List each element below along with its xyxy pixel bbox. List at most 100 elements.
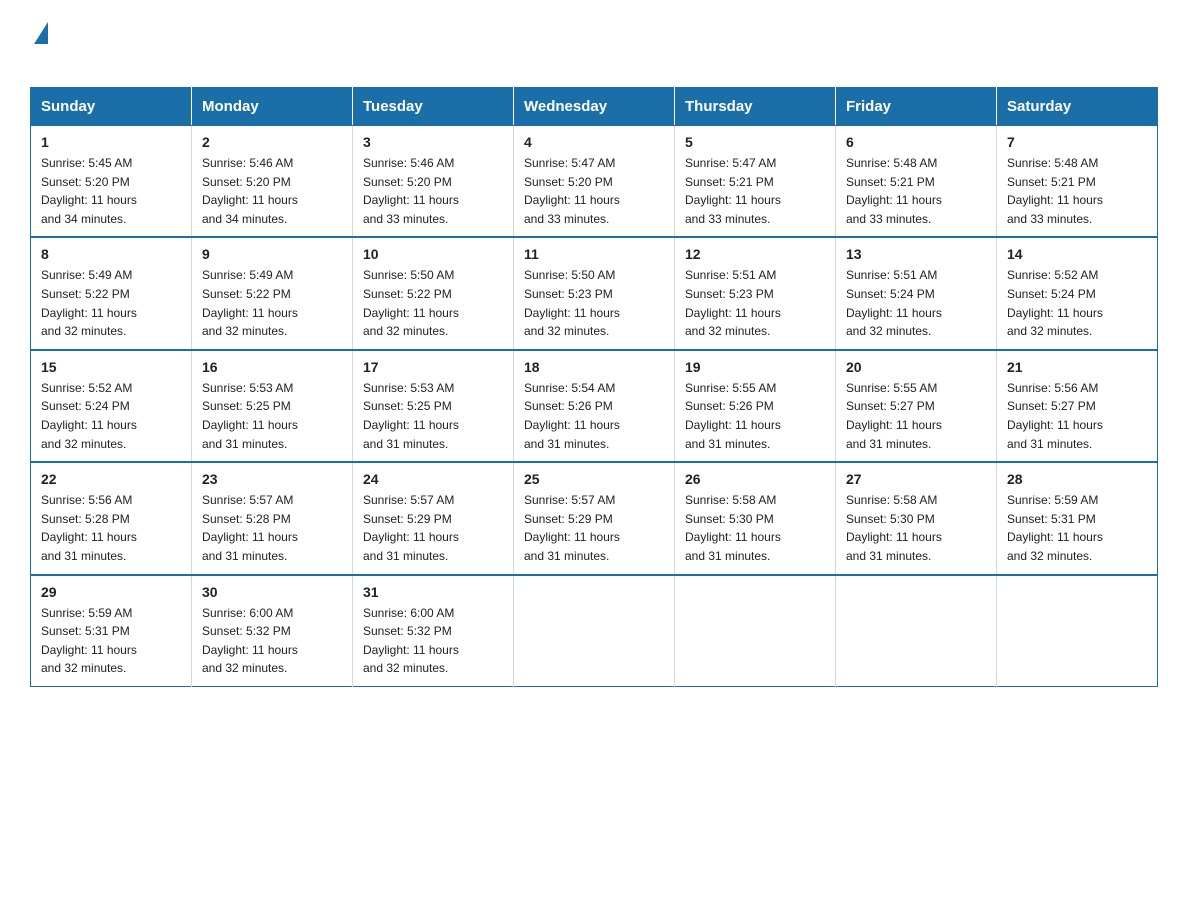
calendar-day-cell: 13 Sunrise: 5:51 AMSunset: 5:24 PMDayligh… (836, 237, 997, 349)
day-number: 5 (685, 134, 825, 150)
day-number: 26 (685, 471, 825, 487)
calendar-table: SundayMondayTuesdayWednesdayThursdayFrid… (30, 87, 1158, 687)
day-info: Sunrise: 5:48 AMSunset: 5:21 PMDaylight:… (846, 154, 986, 228)
day-number: 27 (846, 471, 986, 487)
calendar-day-cell: 29 Sunrise: 5:59 AMSunset: 5:31 PMDayligh… (31, 575, 192, 687)
day-info: Sunrise: 5:53 AMSunset: 5:25 PMDaylight:… (363, 379, 503, 453)
day-info: Sunrise: 5:55 AMSunset: 5:27 PMDaylight:… (846, 379, 986, 453)
calendar-empty-cell (675, 575, 836, 687)
day-info: Sunrise: 5:49 AMSunset: 5:22 PMDaylight:… (202, 266, 342, 340)
day-number: 29 (41, 584, 181, 600)
calendar-day-cell: 17 Sunrise: 5:53 AMSunset: 5:25 PMDayligh… (353, 350, 514, 462)
calendar-day-cell: 27Sunrise: 5:58 AMSunset: 5:30 PMDayligh… (836, 462, 997, 574)
calendar-day-cell: 22 Sunrise: 5:56 AMSunset: 5:28 PMDayligh… (31, 462, 192, 574)
calendar-day-cell: 3Sunrise: 5:46 AMSunset: 5:20 PMDaylight… (353, 126, 514, 238)
day-info: Sunrise: 5:50 AMSunset: 5:23 PMDaylight:… (524, 266, 664, 340)
day-info: Sunrise: 5:49 AMSunset: 5:22 PMDaylight:… (41, 266, 181, 340)
day-info: Sunrise: 6:00 AMSunset: 5:32 PMDaylight:… (363, 604, 503, 678)
day-number: 11 (524, 246, 664, 262)
day-number: 2 (202, 134, 342, 150)
calendar-day-cell: 8 Sunrise: 5:49 AMSunset: 5:22 PMDaylight… (31, 237, 192, 349)
day-number: 30 (202, 584, 342, 600)
day-number: 13 (846, 246, 986, 262)
day-number: 15 (41, 359, 181, 375)
day-number: 19 (685, 359, 825, 375)
calendar-day-cell: 15 Sunrise: 5:52 AMSunset: 5:24 PMDayligh… (31, 350, 192, 462)
day-number: 24 (363, 471, 503, 487)
calendar-empty-cell (836, 575, 997, 687)
calendar-day-cell: 30 Sunrise: 6:00 AMSunset: 5:32 PMDayligh… (192, 575, 353, 687)
day-info: Sunrise: 5:51 AMSunset: 5:24 PMDaylight:… (846, 266, 986, 340)
day-number: 9 (202, 246, 342, 262)
day-info: Sunrise: 5:46 AMSunset: 5:20 PMDaylight:… (363, 154, 503, 228)
calendar-week-row: 8 Sunrise: 5:49 AMSunset: 5:22 PMDaylight… (31, 237, 1158, 349)
calendar-day-header-wednesday: Wednesday (514, 88, 675, 126)
calendar-week-row: 29 Sunrise: 5:59 AMSunset: 5:31 PMDayligh… (31, 575, 1158, 687)
calendar-day-header-sunday: Sunday (31, 88, 192, 126)
day-number: 10 (363, 246, 503, 262)
day-info: Sunrise: 5:57 AMSunset: 5:29 PMDaylight:… (363, 491, 503, 565)
calendar-day-header-friday: Friday (836, 88, 997, 126)
day-number: 23 (202, 471, 342, 487)
day-info: Sunrise: 5:57 AMSunset: 5:29 PMDaylight:… (524, 491, 664, 565)
calendar-day-cell: 31 Sunrise: 6:00 AMSunset: 5:32 PMDayligh… (353, 575, 514, 687)
calendar-day-cell: 19Sunrise: 5:55 AMSunset: 5:26 PMDayligh… (675, 350, 836, 462)
calendar-day-cell: 4Sunrise: 5:47 AMSunset: 5:20 PMDaylight… (514, 126, 675, 238)
day-number: 1 (41, 134, 181, 150)
page-header: General (30, 20, 1158, 69)
calendar-day-header-tuesday: Tuesday (353, 88, 514, 126)
day-info: Sunrise: 5:57 AMSunset: 5:28 PMDaylight:… (202, 491, 342, 565)
day-info: Sunrise: 5:52 AMSunset: 5:24 PMDaylight:… (1007, 266, 1147, 340)
day-number: 25 (524, 471, 664, 487)
calendar-empty-cell (514, 575, 675, 687)
day-info: Sunrise: 5:59 AMSunset: 5:31 PMDaylight:… (1007, 491, 1147, 565)
calendar-day-cell: 11 Sunrise: 5:50 AMSunset: 5:23 PMDayligh… (514, 237, 675, 349)
calendar-week-row: 22 Sunrise: 5:56 AMSunset: 5:28 PMDayligh… (31, 462, 1158, 574)
calendar-week-row: 1Sunrise: 5:45 AMSunset: 5:20 PMDaylight… (31, 126, 1158, 238)
calendar-day-cell: 23 Sunrise: 5:57 AMSunset: 5:28 PMDayligh… (192, 462, 353, 574)
calendar-day-cell: 16 Sunrise: 5:53 AMSunset: 5:25 PMDayligh… (192, 350, 353, 462)
day-info: Sunrise: 6:00 AMSunset: 5:32 PMDaylight:… (202, 604, 342, 678)
calendar-day-header-saturday: Saturday (997, 88, 1158, 126)
day-number: 17 (363, 359, 503, 375)
day-info: Sunrise: 5:59 AMSunset: 5:31 PMDaylight:… (41, 604, 181, 678)
calendar-day-cell: 9 Sunrise: 5:49 AMSunset: 5:22 PMDaylight… (192, 237, 353, 349)
day-info: Sunrise: 5:46 AMSunset: 5:20 PMDaylight:… (202, 154, 342, 228)
day-number: 21 (1007, 359, 1147, 375)
calendar-day-header-thursday: Thursday (675, 88, 836, 126)
day-info: Sunrise: 5:47 AMSunset: 5:20 PMDaylight:… (524, 154, 664, 228)
day-number: 8 (41, 246, 181, 262)
day-info: Sunrise: 5:47 AMSunset: 5:21 PMDaylight:… (685, 154, 825, 228)
calendar-empty-cell (997, 575, 1158, 687)
calendar-day-cell: 18Sunrise: 5:54 AMSunset: 5:26 PMDayligh… (514, 350, 675, 462)
calendar-day-cell: 21 Sunrise: 5:56 AMSunset: 5:27 PMDayligh… (997, 350, 1158, 462)
day-number: 14 (1007, 246, 1147, 262)
calendar-day-cell: 10 Sunrise: 5:50 AMSunset: 5:22 PMDayligh… (353, 237, 514, 349)
calendar-day-cell: 5 Sunrise: 5:47 AMSunset: 5:21 PMDaylight… (675, 126, 836, 238)
calendar-day-cell: 26 Sunrise: 5:58 AMSunset: 5:30 PMDayligh… (675, 462, 836, 574)
day-number: 7 (1007, 134, 1147, 150)
calendar-day-cell: 14 Sunrise: 5:52 AMSunset: 5:24 PMDayligh… (997, 237, 1158, 349)
day-info: Sunrise: 5:56 AMSunset: 5:28 PMDaylight:… (41, 491, 181, 565)
day-number: 20 (846, 359, 986, 375)
calendar-day-cell: 7 Sunrise: 5:48 AMSunset: 5:21 PMDaylight… (997, 126, 1158, 238)
day-info: Sunrise: 5:48 AMSunset: 5:21 PMDaylight:… (1007, 154, 1147, 228)
calendar-day-cell: 24 Sunrise: 5:57 AMSunset: 5:29 PMDayligh… (353, 462, 514, 574)
day-info: Sunrise: 5:58 AMSunset: 5:30 PMDaylight:… (685, 491, 825, 565)
day-info: Sunrise: 5:51 AMSunset: 5:23 PMDaylight:… (685, 266, 825, 340)
day-number: 18 (524, 359, 664, 375)
day-info: Sunrise: 5:52 AMSunset: 5:24 PMDaylight:… (41, 379, 181, 453)
day-number: 31 (363, 584, 503, 600)
calendar-day-cell: 20 Sunrise: 5:55 AMSunset: 5:27 PMDayligh… (836, 350, 997, 462)
calendar-day-cell: 1Sunrise: 5:45 AMSunset: 5:20 PMDaylight… (31, 126, 192, 238)
day-info: Sunrise: 5:50 AMSunset: 5:22 PMDaylight:… (363, 266, 503, 340)
calendar-week-row: 15 Sunrise: 5:52 AMSunset: 5:24 PMDayligh… (31, 350, 1158, 462)
day-number: 12 (685, 246, 825, 262)
calendar-header-row: SundayMondayTuesdayWednesdayThursdayFrid… (31, 88, 1158, 126)
calendar-day-cell: 12 Sunrise: 5:51 AMSunset: 5:23 PMDayligh… (675, 237, 836, 349)
day-info: Sunrise: 5:53 AMSunset: 5:25 PMDaylight:… (202, 379, 342, 453)
calendar-day-cell: 6Sunrise: 5:48 AMSunset: 5:21 PMDaylight… (836, 126, 997, 238)
day-number: 16 (202, 359, 342, 375)
day-number: 22 (41, 471, 181, 487)
day-info: Sunrise: 5:56 AMSunset: 5:27 PMDaylight:… (1007, 379, 1147, 453)
